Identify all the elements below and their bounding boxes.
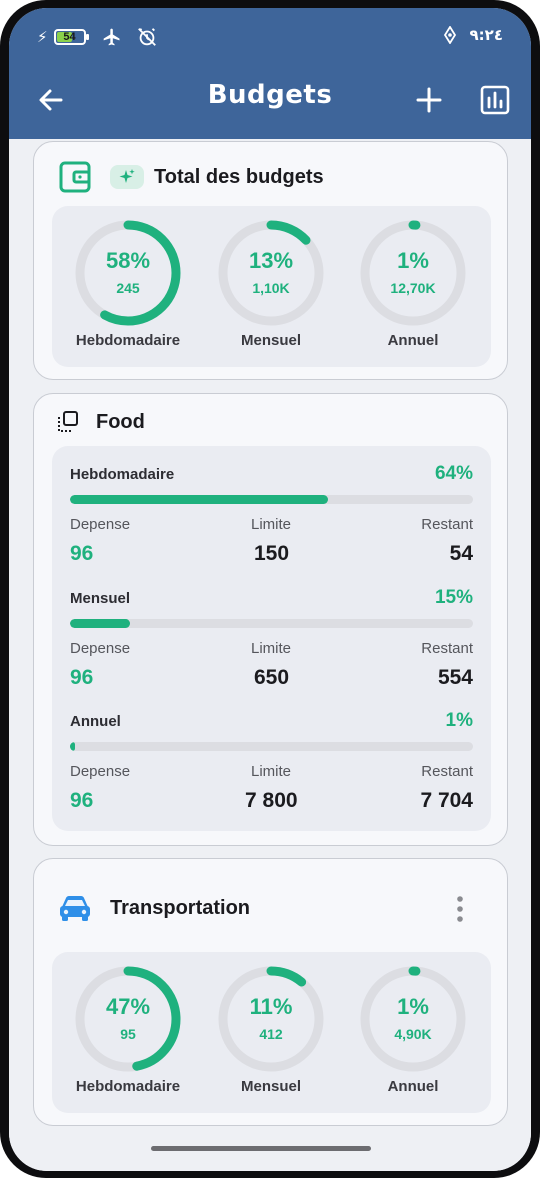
add-budget-button[interactable] [411,82,447,118]
total-budgets-card[interactable]: Total des budgets 58% 245 Hebdomadaire 1… [33,141,508,380]
progress-bar [70,742,473,751]
app-bar: ⚡ 54 ٩:٢٤ Budgets [9,8,531,139]
battery-level: 54 [63,31,76,43]
spent-value: 96 [70,789,94,812]
alarm-off-icon [137,28,156,46]
wallet-icon [59,161,91,193]
gauge-monthly: 13% 1,10K Mensuel [216,218,326,349]
phone-frame: ⚡ 54 ٩:٢٤ Budgets Total des budgets 58% … [0,0,540,1178]
total-card-header: Total des budgets [58,160,324,194]
status-time: ٩:٢٤ [469,26,503,44]
gauge-weekly: 58% 245 Hebdomadaire [73,218,183,349]
period-weekly: Hebdomadaire 64% Depense Limite Restant … [70,463,473,576]
remaining-label: Restant [421,516,473,533]
car-icon [60,896,90,921]
limit-label: Limite [251,763,292,780]
data-saver-icon [443,26,456,44]
gauge-percent: 1% [397,994,429,1019]
transportation-card-header: Transportation [58,893,250,923]
limit-value: 650 [254,666,290,689]
gauge-percent: 13% [248,248,294,273]
gauge-label: Hebdomadaire [75,332,181,349]
limit-value: 150 [254,542,290,565]
statistics-button[interactable] [477,82,513,118]
transportation-budget-card[interactable]: Transportation 47% 95 Hebdomadaire 11% 4… [33,858,508,1126]
gauge-label: Hebdomadaire [75,1078,181,1095]
total-gauges-panel: 58% 245 Hebdomadaire 13% 1,10K Mensuel 1… [52,206,491,367]
gauge-amount: 4,90K [394,1026,432,1042]
progress-fill [70,495,328,504]
period-name: Hebdomadaire [70,466,175,483]
gauge-percent: 58% [105,248,151,273]
gauge-yearly: 1% 4,90K Annuel [358,964,468,1095]
remaining-label: Restant [421,640,473,657]
gauge-amount: 95 [120,1026,136,1042]
status-bar: ⚡ 54 ٩:٢٤ [9,22,531,52]
gauge-amount: 12,70K [390,280,436,296]
gauge-label: Mensuel [240,332,301,349]
gauge-label: Mensuel [240,1078,301,1095]
spent-label: Depense [70,516,131,533]
gauge-monthly: 11% 412 Mensuel [216,964,326,1095]
limit-label: Limite [251,516,292,533]
remaining-value: 54 [449,542,473,565]
food-card-title: Food [96,410,145,433]
home-indicator[interactable] [151,1146,371,1151]
category-icon [58,411,78,432]
toolbar: Budgets [9,78,531,122]
transportation-gauges-panel: 47% 95 Hebdomadaire 11% 412 Mensuel 1% 4… [52,952,491,1113]
gauge-percent: 1% [397,248,429,273]
gauge-amount: 245 [116,280,140,296]
total-card-title: Total des budgets [154,165,324,188]
progress-bar [70,619,473,628]
sparkle-icon [119,169,135,183]
period-yearly: Annuel 1% Depense Limite Restant 96 7 80… [70,710,473,823]
gauge-percent: 11% [249,994,293,1019]
status-left: ⚡ 54 [37,26,158,48]
page-title: Budgets [207,80,333,110]
period-name: Annuel [70,713,121,730]
remaining-value: 554 [437,666,473,689]
period-name: Mensuel [70,590,131,607]
limit-value: 7 800 [245,789,298,812]
airplane-icon [103,28,120,46]
charging-icon: ⚡ [37,28,48,46]
spent-label: Depense [70,640,131,657]
spent-value: 96 [70,666,94,689]
food-card-header: Food [56,410,145,434]
period-percent: 15% [434,587,473,608]
food-periods-panel: Hebdomadaire 64% Depense Limite Restant … [52,446,491,831]
more-options-icon[interactable] [448,894,472,924]
food-budget-card[interactable]: Food Hebdomadaire 64% Depense Limite Res… [33,393,508,846]
battery-icon: 54 [53,29,89,45]
progress-fill [70,742,75,751]
spent-label: Depense [70,763,131,780]
progress-bar [70,495,473,504]
progress-fill [70,619,131,628]
period-percent: 1% [445,710,473,731]
period-monthly: Mensuel 15% Depense Limite Restant 96 65… [70,587,473,700]
spent-value: 96 [70,542,94,565]
screen: ⚡ 54 ٩:٢٤ Budgets Total des budgets 58% … [9,8,531,1171]
gauge-percent: 47% [105,994,151,1019]
gauge-label: Annuel [387,332,439,349]
transportation-card-title: Transportation [110,896,251,919]
period-percent: 64% [434,463,473,484]
gauge-weekly: 47% 95 Hebdomadaire [73,964,183,1095]
sparkle-badge [110,165,144,189]
remaining-label: Restant [421,763,473,780]
limit-label: Limite [251,640,292,657]
gauge-label: Annuel [387,1078,439,1095]
remaining-value: 7 704 [420,789,473,812]
gauge-amount: 1,10K [252,280,290,296]
gauge-amount: 412 [259,1026,283,1042]
gauge-yearly: 1% 12,70K Annuel [358,218,468,349]
budget-list: Total des budgets 58% 245 Hebdomadaire 1… [9,139,531,1171]
status-right: ٩:٢٤ [442,26,503,44]
